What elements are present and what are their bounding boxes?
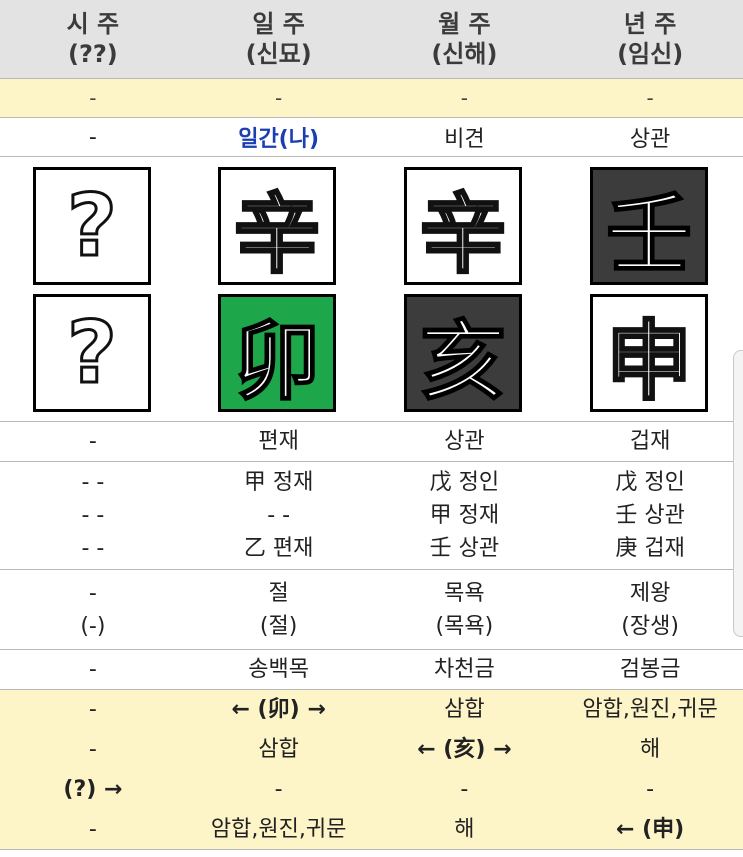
cell-value: (절) <box>259 613 298 639</box>
stem-char: 辛 <box>419 183 508 286</box>
header-sub: (??) <box>67 40 118 68</box>
stem-box-day[interactable]: 辛 <box>218 167 336 286</box>
cell-value: - - <box>81 503 105 528</box>
stem-char: ? <box>66 175 119 278</box>
cell-value: ← (申) <box>616 816 685 842</box>
branch-char: 卯 <box>233 311 321 413</box>
sipsin-top-row: - 일간(나) 비견 상관 <box>0 118 743 157</box>
pillar-header-row: 시 주 (??) 일 주 (신묘) 월 주 (신해) 년 주 (임신) <box>0 0 743 79</box>
cell-value: 송백목 <box>248 657 309 682</box>
cell-value: 검봉금 <box>619 657 681 682</box>
branch-char: 亥 <box>419 311 507 413</box>
cell-value: (목욕) <box>435 613 494 639</box>
cell-value: 해 <box>454 816 475 842</box>
cell-value: (-) <box>80 613 106 639</box>
header-sub: (신해) <box>431 40 498 68</box>
cell-value: ← (卯) → <box>231 696 326 722</box>
header-title: 월 주 <box>438 10 491 38</box>
branch-box-hour[interactable]: ? <box>33 294 151 412</box>
cell-value: 戊 정인 <box>615 470 685 495</box>
branch-char: ? <box>66 302 119 405</box>
cell-value: - <box>646 776 655 802</box>
cell-value: 乙 편재 <box>243 536 314 561</box>
cell-value: 목욕 <box>444 580 485 606</box>
cell-value: - <box>88 429 97 454</box>
year-pillar-header: 년 주 (임신) <box>557 0 743 78</box>
pillar-boxes: ? 辛 辛 壬 ? 卯 亥 申 <box>0 157 743 422</box>
cell-value: 壬 상관 <box>615 503 685 528</box>
cell-value: 암합,원진,귀문 <box>582 696 718 722</box>
cell-value: ← (亥) → <box>417 736 512 762</box>
cell-value: - <box>275 86 283 110</box>
stem-box-hour[interactable]: ? <box>33 167 151 285</box>
cell-value: - <box>460 776 469 802</box>
cell-value: 암합,원진,귀문 <box>210 816 347 842</box>
cell-value: - <box>646 86 654 110</box>
cell-value: 차천금 <box>434 657 495 682</box>
cell-value: 庚 겁재 <box>615 536 685 561</box>
cell-value: - - <box>267 503 291 528</box>
cell-value: 절 <box>268 580 289 606</box>
cell-value: 甲 정재 <box>243 470 314 495</box>
cell-value: - <box>88 580 97 606</box>
cell-value: - <box>460 86 468 110</box>
cell-value: - <box>88 696 97 722</box>
branch-box-month[interactable]: 亥 <box>404 294 522 413</box>
yellow-info-row: - - - - <box>0 79 743 118</box>
cell-value: 상관 <box>629 127 671 152</box>
cell-value: - <box>89 86 97 110</box>
stem-box-year[interactable]: 壬 <box>590 167 708 286</box>
cell-value: - <box>88 816 97 842</box>
cell-value: (장생) <box>621 613 679 639</box>
cell-value: 삼합 <box>258 736 299 762</box>
stem-box-month[interactable]: 辛 <box>404 167 522 286</box>
cell-value: - <box>88 124 97 150</box>
cell-value: 戊 정인 <box>429 470 500 495</box>
cell-value: - - <box>81 470 105 495</box>
header-title: 시 주 <box>66 10 120 38</box>
cell-value: - <box>274 776 283 802</box>
ilgan-label: 일간(나) <box>238 127 320 152</box>
cell-value: 상관 <box>444 429 485 454</box>
cell-value: 비견 <box>444 127 485 152</box>
relations-row: - - (?) → - ← (卯) → 삼합 - 암합,원진,귀문 삼합 ← (… <box>0 690 743 850</box>
saju-table: 시 주 (??) 일 주 (신묘) 월 주 (신해) 년 주 (임신) - - … <box>0 0 743 850</box>
header-sub: (신묘) <box>245 40 312 68</box>
cell-value: - <box>88 657 97 682</box>
cell-value: 제왕 <box>629 580 671 606</box>
scrollbar-handle[interactable] <box>733 350 743 637</box>
branch-box-day[interactable]: 卯 <box>218 294 336 413</box>
cell-value: (?) → <box>63 776 123 802</box>
jijanggan-row: - - - - - - 甲 정재 - - 乙 편재 戊 정인 甲 정재 壬 상관… <box>0 462 743 570</box>
cell-value: 겁재 <box>629 429 671 454</box>
stem-char: 壬 <box>605 184 693 286</box>
sipsin-bottom-row: - 편재 상관 겁재 <box>0 422 743 462</box>
cell-value: 甲 정재 <box>429 503 500 528</box>
cell-value: 편재 <box>258 429 299 454</box>
hour-pillar-header: 시 주 (??) <box>0 0 186 78</box>
stem-char: 辛 <box>233 183 322 286</box>
header-title: 일 주 <box>252 10 305 38</box>
header-sub: (임신) <box>617 40 684 68</box>
cell-value: - - <box>81 536 105 561</box>
cell-value: 壬 상관 <box>429 536 500 561</box>
unseong-row: - (-) 절 (절) 목욕 (목욕) 제왕 (장생) <box>0 570 743 650</box>
branch-box-year[interactable]: 申 <box>590 294 708 413</box>
month-pillar-header: 월 주 (신해) <box>372 0 558 78</box>
header-title: 년 주 <box>623 10 677 38</box>
branch-char: 申 <box>605 310 694 413</box>
cell-value: 해 <box>640 736 661 762</box>
day-pillar-header: 일 주 (신묘) <box>186 0 372 78</box>
napeum-row: - 송백목 차천금 검봉금 <box>0 650 743 690</box>
cell-value: - <box>88 736 97 762</box>
cell-value: 삼합 <box>444 696 485 722</box>
